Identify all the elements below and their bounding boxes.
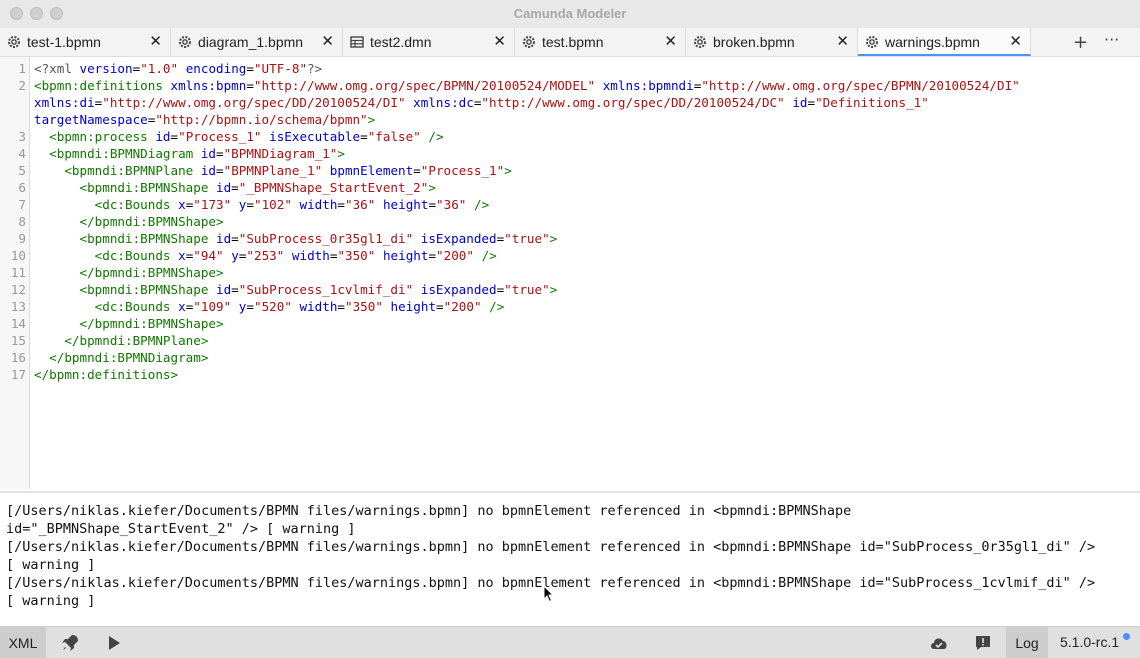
line-number-gutter: 1 2 3 4 5 6 7 8 9 10 11 12 13 14 15 16 1… xyxy=(0,57,30,489)
gear-icon xyxy=(8,36,20,48)
line-number: 17 xyxy=(10,367,26,382)
close-tab-icon[interactable]: ✕ xyxy=(149,32,162,50)
log-line: [ warning ] xyxy=(6,557,96,573)
line-number: 6 xyxy=(18,180,26,195)
tab-label: warnings.bpmn xyxy=(885,34,980,50)
line-number: 7 xyxy=(18,197,26,212)
gear-icon xyxy=(866,36,878,48)
xml-editor[interactable]: 1 2 3 4 5 6 7 8 9 10 11 12 13 14 15 16 1… xyxy=(0,57,1140,489)
code-line: </bpmndi:BPMNPlane> xyxy=(64,333,209,348)
code-line: <?xml version="1.0" encoding="UTF-8"?> xyxy=(34,61,323,76)
log-line: [/Users/niklas.kiefer/Documents/BPMN fil… xyxy=(6,539,1096,555)
window-title: Camunda Modeler xyxy=(513,6,627,21)
play-icon[interactable] xyxy=(104,633,124,653)
tab-test2-dmn[interactable]: test2.dmn ✕ xyxy=(343,28,515,56)
log-toggle-button[interactable]: Log xyxy=(1006,627,1048,658)
table-icon xyxy=(350,36,364,48)
close-tab-icon[interactable]: ✕ xyxy=(664,32,677,50)
feedback-icon[interactable] xyxy=(973,633,993,653)
log-panel[interactable]: [/Users/niklas.kiefer/Documents/BPMN fil… xyxy=(0,493,1140,626)
tab-label: test2.dmn xyxy=(370,34,432,50)
tab-label: test-1.bpmn xyxy=(27,34,101,50)
code-line: </bpmn:definitions> xyxy=(34,367,179,382)
line-number: 3 xyxy=(18,129,26,144)
log-line: [ warning ] xyxy=(6,593,96,609)
mouse-cursor-icon xyxy=(543,585,555,603)
gear-icon xyxy=(523,36,535,48)
code-line: <bpmn:definitions xmlns:bpmn="http://www… xyxy=(34,78,1020,93)
line-number: 10 xyxy=(10,248,26,263)
tab-label: diagram_1.bpmn xyxy=(198,34,304,50)
code-line: <bpmn:process id="Process_1" isExecutabl… xyxy=(49,129,444,144)
line-number: 9 xyxy=(18,231,26,246)
code-line: <bpmndi:BPMNShape id="SubProcess_0r35gl1… xyxy=(79,231,558,246)
line-number: 8 xyxy=(18,214,26,229)
close-tab-icon[interactable]: ✕ xyxy=(493,32,506,50)
code-line: </bpmndi:BPMNShape> xyxy=(79,265,224,280)
line-number: 13 xyxy=(10,299,26,314)
code-line: <bpmndi:BPMNShape id="_BPMNShape_StartEv… xyxy=(79,180,436,195)
close-tab-icon[interactable]: ✕ xyxy=(1009,32,1022,50)
more-options-button[interactable]: ··· xyxy=(1104,30,1119,49)
log-line: [/Users/niklas.kiefer/Documents/BPMN fil… xyxy=(6,503,852,519)
line-number: 12 xyxy=(10,282,26,297)
tab-diagram-1[interactable]: diagram_1.bpmn ✕ xyxy=(171,28,343,56)
code-line: </bpmndi:BPMNDiagram> xyxy=(49,350,209,365)
close-tab-icon[interactable]: ✕ xyxy=(321,32,334,50)
code-line: <bpmndi:BPMNShape id="SubProcess_1cvlmif… xyxy=(79,282,558,297)
line-number: 11 xyxy=(10,265,26,280)
log-line: id="_BPMNShape_StartEvent_2" /> [ warnin… xyxy=(6,521,356,537)
line-number: 16 xyxy=(10,350,26,365)
code-line: <bpmndi:BPMNPlane id="BPMNPlane_1" bpmnE… xyxy=(64,163,512,178)
code-line: <dc:Bounds x="109" y="520" width="350" h… xyxy=(94,299,505,314)
rocket-icon[interactable] xyxy=(60,633,80,653)
xml-toggle-button[interactable]: XML xyxy=(0,627,46,658)
tab-test-1[interactable]: test-1.bpmn ✕ xyxy=(0,28,171,56)
gear-icon xyxy=(694,36,706,48)
code-line: </bpmndi:BPMNShape> xyxy=(79,214,224,229)
version-label[interactable]: 5.1.0-rc.1 xyxy=(1060,634,1119,650)
tab-test[interactable]: test.bpmn ✕ xyxy=(515,28,686,56)
title-bar: Camunda Modeler xyxy=(0,0,1140,28)
line-number: 15 xyxy=(10,333,26,348)
add-tab-button[interactable]: + xyxy=(1073,32,1088,53)
code-line: <bpmndi:BPMNDiagram id="BPMNDiagram_1"> xyxy=(49,146,345,161)
code-line: </bpmndi:BPMNShape> xyxy=(79,316,224,331)
update-indicator xyxy=(1123,633,1130,640)
line-number: 1 xyxy=(18,61,26,76)
code-line: xmlns:di="http://www.omg.org/spec/DD/201… xyxy=(34,95,929,110)
code-line: <dc:Bounds x="173" y="102" width="36" he… xyxy=(94,197,490,212)
gear-icon xyxy=(179,36,191,48)
line-number: 2 xyxy=(18,78,26,93)
tab-warnings[interactable]: warnings.bpmn ✕ xyxy=(858,28,1031,56)
line-number: 14 xyxy=(10,316,26,331)
tab-label: test.bpmn xyxy=(542,34,604,50)
line-number: 5 xyxy=(18,163,26,178)
close-tab-icon[interactable]: ✕ xyxy=(836,32,849,50)
tab-broken[interactable]: broken.bpmn ✕ xyxy=(686,28,858,56)
line-number: 4 xyxy=(18,146,26,161)
cloud-check-icon[interactable] xyxy=(928,633,950,653)
code-line: <dc:Bounds x="94" y="253" width="350" he… xyxy=(94,248,497,263)
status-bar: XML Log 5.1.0-rc.1 xyxy=(0,626,1140,658)
tab-bar: test-1.bpmn ✕ diagram_1.bpmn ✕ test2.dmn… xyxy=(0,28,1140,57)
tab-label: broken.bpmn xyxy=(713,34,795,50)
code-line: targetNamespace="http://bpmn.io/schema/b… xyxy=(34,112,376,127)
